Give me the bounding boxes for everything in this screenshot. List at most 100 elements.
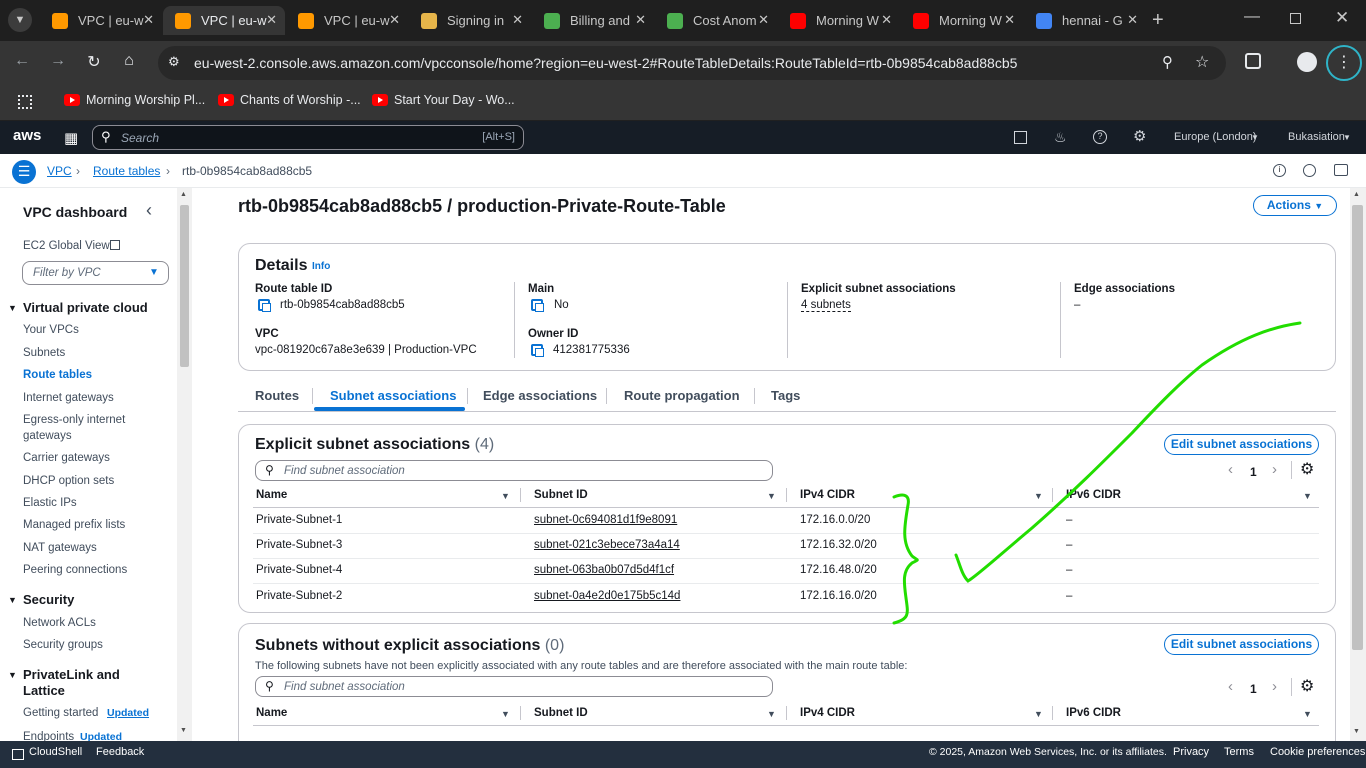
scroll-up-arrow-icon[interactable]: ▲ [1353,191,1360,198]
prev-page-icon[interactable]: ‹ [1228,678,1233,695]
browser-tab[interactable]: Morning W ✕ [901,6,1023,35]
aws-logo[interactable]: aws [13,127,41,144]
copy-icon[interactable] [258,299,271,312]
sidebar-item-managed-prefix-lists[interactable]: Managed prefix lists [23,519,125,531]
sidebar-item-internet-gateways[interactable]: Internet gateways [23,392,114,404]
tab-edge-associations[interactable]: Edge associations [483,388,597,403]
sidebar-item-getting-started[interactable]: Getting started [23,707,98,719]
filter-by-vpc-select[interactable]: Filter by VPC ▼ [22,261,169,285]
apps-icon[interactable] [18,95,32,109]
info-link[interactable]: Info [312,261,330,272]
sidebar-item-security-groups[interactable]: Security groups [23,639,103,651]
sidebar-section-vpc[interactable]: Virtual private cloud [23,300,148,315]
sidebar-item-dhcp-option-sets[interactable]: DHCP option sets [23,475,114,487]
url-text[interactable]: eu-west-2.console.aws.amazon.com/vpccons… [194,55,1017,71]
sidebar-item-nat-gateways[interactable]: NAT gateways [23,542,97,554]
section-caret-icon[interactable]: ▼ [8,595,17,605]
column-divider[interactable] [520,706,521,720]
scroll-down-arrow-icon[interactable]: ▼ [180,727,187,734]
sidebar-item-ec2-global-view[interactable]: EC2 Global View [23,240,110,252]
zoom-icon[interactable]: ⚲ [1162,53,1173,71]
browser-tab[interactable]: VPC | eu-w ✕ [40,6,162,35]
column-divider[interactable] [786,706,787,720]
find-subnet-association-input[interactable]: ⚲ Find subnet association [255,460,773,481]
feedback-panel-icon[interactable] [1334,164,1348,176]
browser-tab[interactable]: Billing and ✕ [532,6,654,35]
column-header-name[interactable]: Name [256,707,287,719]
column-header-subnet-id[interactable]: Subnet ID [534,489,588,501]
forward-icon[interactable]: → [46,52,70,70]
breadcrumb-route-tables[interactable]: Route tables [93,164,160,178]
back-icon[interactable]: ← [10,52,34,70]
bookmark-item[interactable]: Start Your Day - Wo... [372,93,515,107]
region-selector[interactable]: Europe (London) [1174,131,1257,143]
explicit-associations-value[interactable]: 4 subnets [801,299,851,312]
sidebar-item-egress-only-2[interactable]: gateways [23,430,72,442]
preferences-gear-icon[interactable]: ⚙ [1300,676,1314,696]
site-info-icon[interactable]: ⚙ [168,54,180,70]
tab-tags[interactable]: Tags [771,388,800,403]
sort-caret-icon[interactable]: ▼ [501,491,510,501]
services-grid-icon[interactable]: ▦ [64,129,78,147]
sidebar-section-privatelink[interactable]: PrivateLink and [23,667,120,682]
copy-icon[interactable] [531,344,544,357]
tab-routes[interactable]: Routes [255,388,299,403]
sort-caret-icon[interactable]: ▼ [1034,709,1043,719]
close-tab-icon[interactable]: ✕ [1127,12,1138,28]
minimize-icon[interactable]: — [1244,8,1260,26]
search-input[interactable]: ⚲ Search [Alt+S] [92,125,524,150]
cell-subnet-id[interactable]: subnet-063ba0b07d5d4f1cf [534,564,674,576]
sort-caret-icon[interactable]: ▼ [767,709,776,719]
bookmark-item[interactable]: Chants of Worship -... [218,93,361,107]
sidebar-section-security[interactable]: Security [23,592,74,607]
sidebar-item-carrier-gateways[interactable]: Carrier gateways [23,452,110,464]
sidebar-section-privatelink-2[interactable]: Lattice [23,683,65,698]
vpc-link[interactable]: vpc-081920c67a8e3e639 | Production-VPC [255,344,477,356]
main-scrollbar-thumb[interactable] [1352,205,1363,650]
column-header-ipv4-cidr[interactable]: IPv4 CIDR [800,707,855,719]
sidebar-scrollbar-thumb[interactable] [180,205,189,367]
sidebar-item-peering-connections[interactable]: Peering connections [23,564,127,576]
cloudshell-link[interactable]: CloudShell [29,746,82,758]
cloudshell-icon[interactable] [1014,131,1027,144]
close-tab-icon[interactable]: ✕ [389,12,400,28]
close-tab-icon[interactable]: ✕ [512,12,523,28]
cell-subnet-id[interactable]: subnet-0a4e2d0e175b5c14d [534,590,680,602]
tab-search-button[interactable]: ▼ [8,8,32,32]
feedback-link[interactable]: Feedback [96,746,144,758]
account-menu[interactable]: Bukasiation [1288,131,1345,143]
copy-icon[interactable] [531,299,544,312]
settings-gear-icon[interactable]: ⚙ [1133,127,1146,145]
help-icon[interactable]: ? [1093,130,1107,144]
column-header-name[interactable]: Name [256,489,287,501]
new-tab-button[interactable]: + [1152,9,1164,32]
column-header-subnet-id[interactable]: Subnet ID [534,707,588,719]
close-tab-icon[interactable]: ✕ [1004,12,1015,28]
maximize-icon[interactable] [1290,13,1301,24]
sidebar-item-endpoints[interactable]: Endpoints [23,731,74,741]
bell-icon[interactable]: ♨ [1054,129,1067,146]
close-tab-icon[interactable]: ✕ [881,12,892,28]
find-subnet-association-input[interactable]: ⚲ Find subnet association [255,676,773,697]
browser-tab[interactable]: VPC | eu-w ✕ [163,6,285,35]
column-header-ipv4-cidr[interactable]: IPv4 CIDR [800,489,855,501]
privacy-link[interactable]: Privacy [1173,746,1209,758]
menu-icon[interactable]: ⋮ [1326,45,1362,81]
bookmark-star-icon[interactable]: ☆ [1195,52,1209,72]
browser-tab[interactable]: Signing in ✕ [409,6,531,35]
cell-subnet-id[interactable]: subnet-021c3ebece73a4a14 [534,539,680,551]
sidebar-title[interactable]: VPC dashboard [23,204,127,220]
page-number[interactable]: 1 [1250,682,1257,696]
next-page-icon[interactable]: › [1272,678,1277,695]
cell-subnet-id[interactable]: subnet-0c694081d1f9e8091 [534,514,677,526]
close-tab-icon[interactable]: ✕ [266,12,277,28]
section-caret-icon[interactable]: ▼ [8,303,17,313]
close-tab-icon[interactable]: ✕ [635,12,646,28]
extensions-icon[interactable] [1245,53,1261,69]
sidebar-item-route-tables[interactable]: Route tables [23,369,92,381]
browser-tab[interactable]: Cost Anom ✕ [655,6,777,35]
close-tab-icon[interactable]: ✕ [143,12,154,28]
profile-icon[interactable] [1297,52,1317,72]
reload-icon[interactable]: ↻ [82,52,106,72]
close-tab-icon[interactable]: ✕ [758,12,769,28]
